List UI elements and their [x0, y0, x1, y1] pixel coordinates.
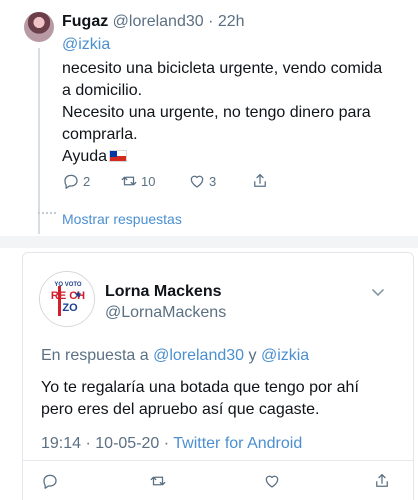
heart-icon — [265, 475, 279, 488]
avatar-text-mid: RE CH — [51, 290, 85, 302]
reply-icon — [64, 174, 78, 189]
reply-time[interactable]: 19:14 — [41, 435, 81, 452]
reply-text: Yo te regalaría una botada que tengo por… — [41, 377, 401, 421]
thread-connector — [38, 212, 56, 214]
like-button[interactable]: 3 — [188, 172, 216, 190]
meta-separator: · — [163, 435, 170, 452]
header-separator: · — [208, 13, 214, 30]
chile-flag-icon — [109, 150, 128, 162]
replying-prefix: En respuesta a — [41, 347, 149, 364]
reply-author-name[interactable]: Lorna Mackens — [105, 283, 221, 301]
avatar-text-bot: ZO — [62, 302, 78, 314]
mention-link[interactable]: @izkia — [62, 36, 110, 54]
tweet-text-line: necesito una bicicleta urgente, vendo co… — [62, 60, 383, 77]
share-icon — [254, 173, 266, 187]
share-button[interactable] — [251, 172, 269, 190]
reply-author-handle[interactable]: @LornaMackens — [105, 304, 226, 322]
thread-line — [38, 48, 40, 234]
meta-separator: · — [85, 435, 91, 452]
author-handle[interactable]: @loreland30 — [113, 13, 204, 30]
tweet-time[interactable]: 22h — [218, 13, 245, 30]
replying-mention[interactable]: @izkia — [261, 347, 309, 364]
divider — [23, 460, 413, 461]
section-divider — [0, 236, 418, 248]
reply-count: 2 — [83, 173, 91, 189]
tweet-text-line: Necesito una urgente, no tengo dinero pa… — [62, 104, 371, 121]
tweet-header: Fugaz @loreland30 · 22h — [62, 13, 245, 31]
author-avatar[interactable] — [24, 12, 54, 42]
retweet-icon — [121, 176, 137, 186]
like-count: 3 — [209, 173, 217, 189]
author-name[interactable]: Fugaz — [62, 13, 108, 30]
tweet-text-line: a domicilio. — [62, 82, 143, 99]
tweet-text: necesito una bicicleta urgente, vendo co… — [62, 58, 402, 168]
retweet-icon — [150, 476, 166, 486]
rechazo-logo-icon: YO VOTO RE CH ZO — [40, 272, 94, 326]
retweet-count: 10 — [141, 173, 156, 189]
reply-icon — [43, 474, 57, 489]
replying-to: En respuesta a @loreland30 y @izkia — [41, 347, 309, 365]
reply-actions — [41, 472, 401, 492]
show-replies-link[interactable]: Mostrar respuestas — [62, 211, 182, 227]
reply-metadata: 19:14 · 10-05-20 · Twitter for Android — [41, 435, 302, 453]
heart-icon — [190, 175, 204, 188]
tweet-text-line: comprarla. — [62, 126, 138, 143]
share-button[interactable] — [373, 472, 391, 490]
replying-conj: y — [248, 347, 257, 364]
reply-tweet-card[interactable]: YO VOTO RE CH ZO Lorna Mackens @LornaMac… — [22, 252, 414, 500]
retweet-button[interactable]: 10 — [120, 172, 155, 190]
avatar-text-top: YO VOTO — [54, 282, 82, 288]
chevron-down-icon[interactable] — [371, 285, 385, 299]
reply-source[interactable]: Twitter for Android — [173, 435, 302, 452]
replying-mention[interactable]: @loreland30 — [153, 347, 244, 364]
share-icon — [376, 473, 388, 487]
reply-date[interactable]: 10-05-20 — [95, 435, 159, 452]
rechazo-avatar[interactable]: YO VOTO RE CH ZO — [39, 271, 95, 327]
like-button[interactable] — [263, 472, 281, 490]
reply-button[interactable] — [41, 472, 59, 490]
tweet-text-line: Ayuda — [62, 148, 108, 165]
reply-text-line: pero eres del apruebo así que cagaste. — [41, 401, 320, 418]
reply-text-line: Yo te regalaría una botada que tengo por… — [41, 379, 359, 396]
tweet-text-line-with-flag: Ayuda — [62, 146, 402, 168]
retweet-button[interactable] — [149, 472, 167, 490]
reply-button[interactable]: 2 — [62, 172, 90, 190]
tweet-card[interactable]: Fugaz @loreland30 · 22h @izkia necesito … — [0, 0, 418, 236]
